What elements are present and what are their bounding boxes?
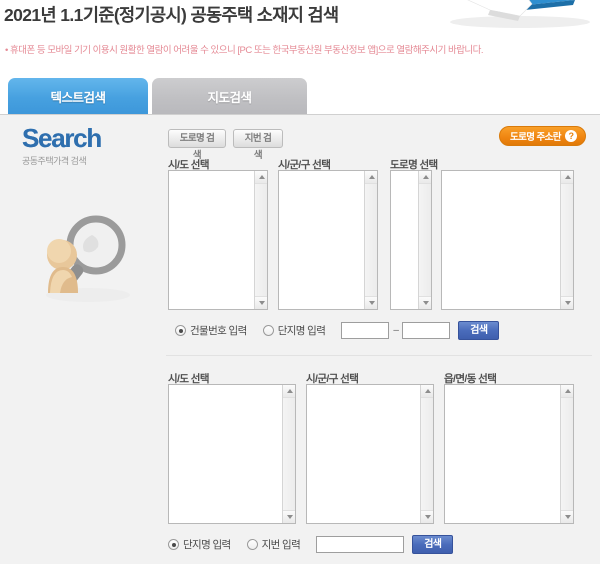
road-address-guide-button[interactable]: 도로명 주소란 ?: [499, 126, 586, 146]
scroll-down-icon[interactable]: [365, 296, 377, 309]
radio-complex-name-jibun[interactable]: [168, 539, 179, 550]
section-divider: [166, 355, 592, 356]
tab-map-search[interactable]: 지도검색: [152, 78, 307, 114]
jibun-search-button[interactable]: 지번 검색: [233, 129, 283, 161]
radio-label-complex-name-road[interactable]: 단지명 입력: [278, 323, 326, 338]
radio-label-building-number[interactable]: 건물번호 입력: [190, 323, 247, 338]
radio-label-lot-number[interactable]: 지번 입력: [262, 537, 301, 552]
scroll-up-icon[interactable]: [283, 385, 295, 398]
radio-complex-name-road[interactable]: [262, 325, 274, 336]
tab-text-search[interactable]: 텍스트검색: [8, 78, 148, 114]
scroll-down-icon[interactable]: [421, 510, 433, 523]
listbox-road-sigungu[interactable]: [278, 170, 378, 310]
listbox-jibun-sido[interactable]: [168, 384, 296, 524]
search-logo: Search 공동주택가격 검색: [22, 123, 102, 167]
scroll-down-icon[interactable]: [255, 296, 267, 309]
logo-subtitle: 공동주택가격 검색: [22, 156, 87, 166]
road-search-input-row: 건물번호 입력 단지명 입력 – 검색: [175, 321, 500, 340]
scroll-up-icon[interactable]: [421, 385, 433, 398]
radio-building-number[interactable]: [175, 325, 186, 336]
page-root: 2021년 1.1기준(정기공시) 공동주택 소재지 검색 • 휴대폰 등 모바…: [0, 0, 600, 564]
input-building-number-from[interactable]: [341, 322, 390, 339]
scrollbar-jibun-sigungu[interactable]: [420, 385, 433, 523]
search-panel: Search 공동주택가격 검색 도로명 검색 지번 검색 도로명 주소란 ? …: [0, 114, 600, 564]
listbox-road-sido[interactable]: [168, 170, 268, 310]
sidebar: Search 공동주택가격 검색: [0, 115, 158, 564]
input-jibun-keyword[interactable]: [316, 536, 405, 553]
listbox-road-name-prefix[interactable]: [390, 170, 432, 310]
scrollbar-road-name-prefix[interactable]: [418, 171, 431, 309]
scroll-up-icon[interactable]: [561, 171, 573, 184]
magnifier-person-illustration: [46, 215, 130, 302]
road-search-button[interactable]: 도로명 검색: [168, 129, 226, 161]
scroll-up-icon[interactable]: [365, 171, 377, 184]
listbox-road-name[interactable]: [441, 170, 574, 310]
help-question-icon: ?: [564, 130, 577, 142]
scroll-down-icon[interactable]: [561, 510, 573, 523]
scroll-down-icon[interactable]: [283, 510, 295, 523]
radio-label-complex-name-jibun[interactable]: 단지명 입력: [183, 537, 231, 552]
jibun-search-input-row: 단지명 입력 지번 입력 검색: [168, 535, 454, 554]
scroll-up-icon[interactable]: [419, 171, 431, 184]
road-section-search-button[interactable]: 검색: [458, 321, 500, 340]
page-title: 2021년 1.1기준(정기공시) 공동주택 소재지 검색: [4, 5, 339, 25]
page-header: 2021년 1.1기준(정기공시) 공동주택 소재지 검색 • 휴대폰 등 모바…: [0, 0, 600, 68]
scrollbar-jibun-sido[interactable]: [282, 385, 295, 523]
header-decoration-graphic: [450, 0, 590, 28]
jibun-section-search-button[interactable]: 검색: [412, 535, 454, 554]
logo-wordmark: Search: [22, 123, 102, 153]
search-mode-tabs: 텍스트검색 지도검색: [0, 78, 600, 114]
input-range-separator: –: [393, 325, 399, 336]
road-address-guide-label: 도로명 주소란: [510, 132, 561, 143]
scrollbar-road-sigungu[interactable]: [364, 171, 377, 309]
scrollbar-road-name[interactable]: [560, 171, 573, 309]
scroll-down-icon[interactable]: [561, 296, 573, 309]
input-building-number-to[interactable]: [402, 322, 451, 339]
scroll-down-icon[interactable]: [419, 296, 431, 309]
listbox-jibun-eupmyeondong[interactable]: [444, 384, 574, 524]
scrollbar-jibun-eupmyeondong[interactable]: [560, 385, 573, 523]
scroll-up-icon[interactable]: [255, 171, 267, 184]
radio-lot-number[interactable]: [246, 539, 258, 550]
scroll-up-icon[interactable]: [561, 385, 573, 398]
mobile-access-notice: • 휴대폰 등 모바일 기기 이용시 원활한 열람이 어려울 수 있으니 [PC…: [5, 45, 484, 56]
content-column: 도로명 검색 지번 검색 도로명 주소란 ? 시/도 선택 시/군/구 선택 도…: [158, 115, 600, 564]
scrollbar-road-sido[interactable]: [254, 171, 267, 309]
listbox-jibun-sigungu[interactable]: [306, 384, 434, 524]
